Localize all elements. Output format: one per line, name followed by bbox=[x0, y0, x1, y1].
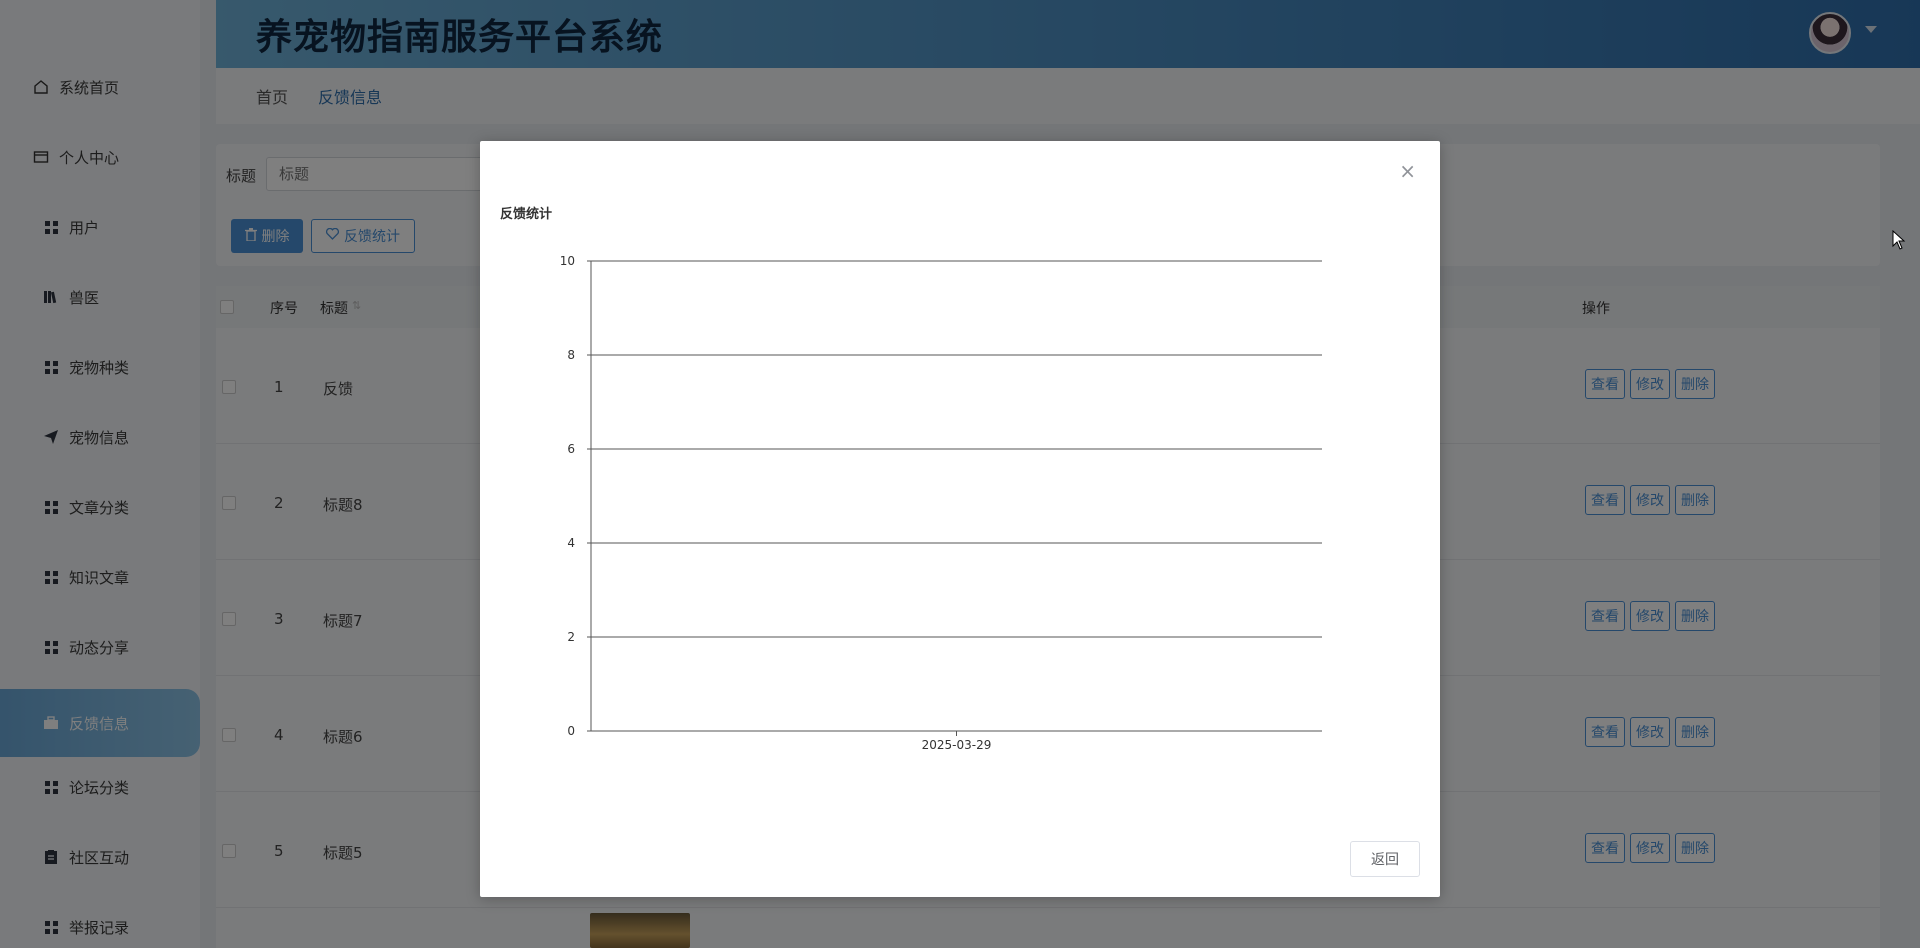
y-tick-label: 0 bbox=[567, 724, 575, 738]
back-button[interactable]: 返回 bbox=[1350, 841, 1420, 877]
y-tick-label: 4 bbox=[567, 536, 575, 550]
y-tick-label: 8 bbox=[567, 348, 575, 362]
mouse-cursor-icon bbox=[1892, 230, 1906, 250]
feedback-stats-dialog: × 反馈统计 0 2 4 6 8 10 2025-03-29 返回 bbox=[480, 141, 1440, 897]
x-tick-label: 2025-03-29 bbox=[922, 738, 992, 752]
feedback-stats-chart: 0 2 4 6 8 10 2025-03-29 bbox=[560, 254, 1322, 752]
y-tick-label: 6 bbox=[567, 442, 575, 456]
y-tick-label: 2 bbox=[567, 630, 575, 644]
y-tick-label: 10 bbox=[560, 254, 575, 268]
